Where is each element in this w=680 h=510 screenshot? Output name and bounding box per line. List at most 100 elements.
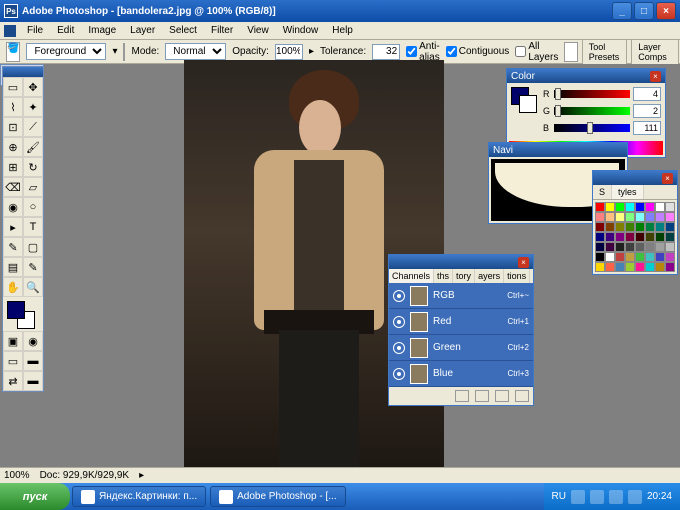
menu-select[interactable]: Select xyxy=(162,23,204,38)
swatch[interactable] xyxy=(605,252,615,262)
history-brush-tool[interactable]: ↻ xyxy=(23,157,43,177)
visibility-icon[interactable] xyxy=(393,316,405,328)
standard-mode-icon[interactable]: ▣ xyxy=(3,331,23,351)
swatch[interactable] xyxy=(635,262,645,272)
channel-row[interactable]: GreenCtrl+2 xyxy=(389,335,533,361)
swatch[interactable] xyxy=(615,202,625,212)
swatch[interactable] xyxy=(655,262,665,272)
swatch[interactable] xyxy=(595,262,605,272)
minimize-button[interactable]: _ xyxy=(612,2,632,20)
swatch[interactable] xyxy=(625,252,635,262)
brush-tool[interactable]: 🖌 xyxy=(23,137,43,157)
tray-icon[interactable] xyxy=(590,490,604,504)
swatch[interactable] xyxy=(605,222,615,232)
quickmask-mode-icon[interactable]: ◉ xyxy=(23,331,43,351)
swatch[interactable] xyxy=(635,202,645,212)
toolbox-grip[interactable] xyxy=(3,67,43,77)
channels-tab[interactable]: Channels xyxy=(389,269,434,283)
channel-row[interactable]: RGBCtrl+~ xyxy=(389,283,533,309)
channel-to-selection-icon[interactable] xyxy=(455,390,469,402)
lasso-tool[interactable]: ⌇ xyxy=(3,97,23,117)
r-slider[interactable] xyxy=(554,90,630,98)
tray-icon[interactable] xyxy=(609,490,623,504)
menu-edit[interactable]: Edit xyxy=(50,23,81,38)
crop-tool[interactable]: ⊡ xyxy=(3,117,23,137)
swatch[interactable] xyxy=(645,212,655,222)
color-panel-header[interactable]: Color × xyxy=(507,69,665,83)
menu-layer[interactable]: Layer xyxy=(123,23,162,38)
jump-to-imageready[interactable]: ⇄ xyxy=(3,371,23,391)
swatch[interactable] xyxy=(605,202,615,212)
swatch[interactable] xyxy=(615,242,625,252)
channels-header[interactable]: × xyxy=(389,255,533,269)
visibility-icon[interactable] xyxy=(393,290,405,302)
channel-row[interactable]: RedCtrl+1 xyxy=(389,309,533,335)
swatch[interactable] xyxy=(605,212,615,222)
swatch[interactable] xyxy=(655,232,665,242)
swatch[interactable] xyxy=(665,252,675,262)
gradient-tool[interactable]: ▱ xyxy=(23,177,43,197)
swatch[interactable] xyxy=(645,222,655,232)
swatch[interactable] xyxy=(605,242,615,252)
wand-tool[interactable]: ✦ xyxy=(23,97,43,117)
contiguous-check[interactable]: Contiguous xyxy=(446,46,510,57)
close-icon[interactable]: × xyxy=(518,257,529,268)
screen-mode-2[interactable]: ▬ xyxy=(23,351,43,371)
alllayers-check[interactable]: All Layers xyxy=(515,41,558,63)
close-button[interactable]: × xyxy=(656,2,676,20)
marquee-tool[interactable]: ▭ xyxy=(3,77,23,97)
maximize-button[interactable]: □ xyxy=(634,2,654,20)
menu-help[interactable]: Help xyxy=(325,23,360,38)
bg-color-swatch[interactable] xyxy=(519,95,537,113)
hand-tool[interactable]: ✋ xyxy=(3,277,23,297)
actions-tab[interactable]: tions xyxy=(504,269,530,283)
swatch[interactable] xyxy=(665,262,675,272)
blur-tool[interactable]: ◉ xyxy=(3,197,23,217)
tolerance-input[interactable] xyxy=(372,44,400,60)
swatch[interactable] xyxy=(595,222,605,232)
swatch[interactable] xyxy=(645,262,655,272)
swatch[interactable] xyxy=(615,232,625,242)
swatch[interactable] xyxy=(615,212,625,222)
layers-tab[interactable]: ayers xyxy=(475,269,504,283)
save-selection-icon[interactable] xyxy=(475,390,489,402)
clock[interactable]: 20:24 xyxy=(647,491,672,502)
notes-tool[interactable]: ▤ xyxy=(3,257,23,277)
paths-tab[interactable]: ths xyxy=(434,269,453,283)
nav-panel-header[interactable]: Navi xyxy=(489,143,627,157)
g-input[interactable] xyxy=(633,104,661,118)
swatch[interactable] xyxy=(625,222,635,232)
tray-icon[interactable] xyxy=(571,490,585,504)
swatch[interactable] xyxy=(615,262,625,272)
swatch[interactable] xyxy=(625,232,635,242)
swatch[interactable] xyxy=(625,212,635,222)
chevron-down-icon[interactable]: ▾ xyxy=(112,46,117,57)
status-chevron-icon[interactable]: ▸ xyxy=(139,470,144,481)
path-tool[interactable]: ▸ xyxy=(3,217,23,237)
move-tool[interactable]: ✥ xyxy=(23,77,43,97)
swatch[interactable] xyxy=(605,232,615,242)
swatch[interactable] xyxy=(655,212,665,222)
swatch[interactable] xyxy=(655,242,665,252)
dodge-tool[interactable]: ○ xyxy=(23,197,43,217)
swatches-header[interactable]: × xyxy=(593,171,677,185)
new-channel-icon[interactable] xyxy=(495,390,509,402)
swatch[interactable] xyxy=(595,202,605,212)
screen-mode-3[interactable]: ▬ xyxy=(23,371,43,391)
swatch[interactable] xyxy=(635,252,645,262)
close-icon[interactable]: × xyxy=(662,173,673,184)
bucket-tool-icon[interactable]: 🪣 xyxy=(6,42,20,62)
swatches-tab[interactable]: S xyxy=(593,185,612,199)
swatch[interactable] xyxy=(595,242,605,252)
screen-mode-1[interactable]: ▭ xyxy=(3,351,23,371)
visibility-icon[interactable] xyxy=(393,368,405,380)
swatch[interactable] xyxy=(635,222,645,232)
swatch[interactable] xyxy=(645,232,655,242)
swatch[interactable] xyxy=(665,242,675,252)
swatch[interactable] xyxy=(615,252,625,262)
swatch[interactable] xyxy=(625,202,635,212)
eyedropper-tool[interactable]: ✎ xyxy=(23,257,43,277)
eraser-tool[interactable]: ⌫ xyxy=(3,177,23,197)
palette-toggle-icon[interactable] xyxy=(564,42,577,62)
swatch[interactable] xyxy=(635,212,645,222)
